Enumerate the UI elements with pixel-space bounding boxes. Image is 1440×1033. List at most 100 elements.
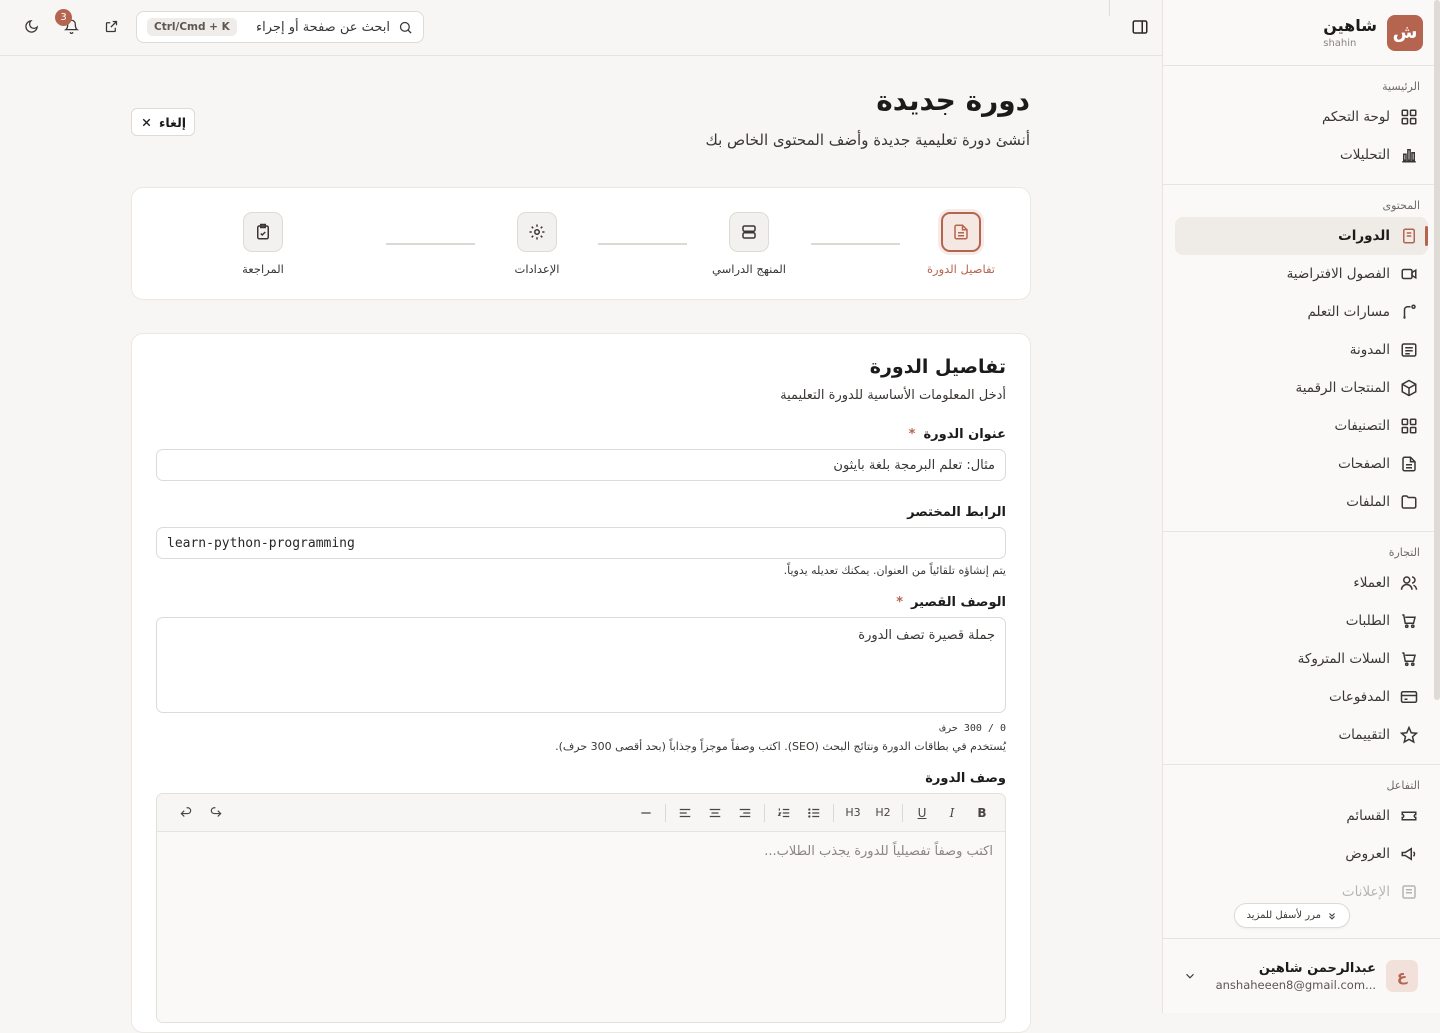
rich-text-editor: B I U H2 H3 اكتب وصفاً تفصيلياً للدورة ي… (156, 793, 1006, 1023)
search-input[interactable]: ابحث عن صفحة أو إجراء Ctrl/Cmd + K (136, 11, 424, 43)
sidebar-item-label: الملفات (1346, 494, 1390, 510)
bold-button[interactable]: B (967, 800, 997, 826)
textarea-placeholder: جملة قصيرة تصف الدورة (858, 628, 995, 643)
sidebar-item-pages[interactable]: الصفحات (1175, 445, 1428, 483)
external-link-icon[interactable] (104, 19, 119, 34)
heading-3-button[interactable]: H3 (838, 800, 868, 826)
sidebar-item-files[interactable]: الملفات (1175, 483, 1428, 521)
align-center-icon[interactable] (700, 800, 730, 826)
sidebar-item-blog[interactable]: المدونة (1175, 331, 1428, 369)
toolbar-divider (764, 803, 765, 822)
required-mark: * (896, 595, 904, 610)
sidebar-item-learning-paths[interactable]: مسارات التعلم (1175, 293, 1428, 331)
step-label: تفاصيل الدورة (927, 262, 995, 276)
form-title: تفاصيل الدورة (869, 356, 1006, 378)
folder-icon (1400, 493, 1418, 511)
sidebar-item-label: الفصول الافتراضية (1286, 266, 1390, 282)
page-subtitle: أنشئ دورة تعليمية جديدة وأضف المحتوى الخ… (705, 131, 1030, 149)
sidebar-item-coupons[interactable]: القسائم (1175, 797, 1428, 835)
ad-icon (1400, 883, 1418, 901)
dashboard-icon (1400, 108, 1418, 126)
slug-input[interactable]: learn-python-programming (156, 527, 1006, 559)
heading-2-button[interactable]: H2 (868, 800, 898, 826)
sidebar-item-abandoned-carts[interactable]: السلات المتروكة (1175, 640, 1428, 678)
toolbar-divider (833, 803, 834, 822)
cancel-button[interactable]: إلغاء (131, 108, 195, 136)
star-icon (1400, 726, 1418, 744)
user-menu[interactable]: ع عبدالرحمن شاهين anshaheeen8@gmail.com.… (1163, 938, 1440, 1013)
newspaper-icon (1400, 341, 1418, 359)
sidebar-item-offers[interactable]: العروض (1175, 835, 1428, 873)
sidebar-item-label: الصفحات (1338, 456, 1390, 472)
editor-content[interactable]: اكتب وصفاً تفصيلياً للدورة يجذب الطلاب..… (157, 832, 1005, 1022)
align-right-icon[interactable] (730, 800, 760, 826)
sidebar-item-dashboard[interactable]: لوحة التحكم (1175, 98, 1428, 136)
sidebar-item-payments[interactable]: المدفوعات (1175, 678, 1428, 716)
sidebar-item-courses[interactable]: الدورات (1175, 217, 1428, 255)
avatar: ع (1386, 960, 1418, 992)
package-icon (1400, 379, 1418, 397)
brand-logo: ش (1387, 14, 1423, 51)
sidebar-item-virtual-classes[interactable]: الفصول الافتراضية (1175, 255, 1428, 293)
sidebar-item-label: الطلبات (1345, 613, 1390, 629)
step-connector (598, 243, 687, 245)
nav-section-engagement: التفاعل القسائم العروض الإعلانات (1163, 765, 1440, 921)
user-name: عبدالرحمن شاهين (1258, 960, 1376, 976)
sidebar-item-label: العملاء (1353, 575, 1390, 591)
italic-button[interactable]: I (937, 800, 967, 826)
chevron-down-icon[interactable] (1183, 969, 1197, 983)
search-shortcut: Ctrl/Cmd + K (147, 18, 237, 36)
short-description-help: يُستخدم في بطاقات الدورة ونتائج البحث (S… (555, 740, 1006, 753)
sidebar-item-orders[interactable]: الطلبات (1175, 602, 1428, 640)
scroll-more-pill[interactable]: مرر لأسفل للمزيد (1233, 903, 1350, 928)
ticket-icon (1400, 807, 1418, 825)
notification-badge: 3 (55, 9, 72, 26)
step-review[interactable]: المراجعة (208, 212, 318, 276)
megaphone-icon (1400, 845, 1418, 863)
chevrons-down-icon (1327, 911, 1337, 921)
moon-icon[interactable] (24, 19, 39, 34)
short-description-textarea[interactable]: جملة قصيرة تصف الدورة (156, 617, 1006, 713)
sidebar-item-label: التصنيفات (1334, 418, 1390, 434)
grid-icon (1400, 417, 1418, 435)
input-placeholder: مثال: تعلم البرمجة بلغة بايثون (833, 457, 995, 473)
step-curriculum[interactable]: المنهج الدراسي (694, 212, 804, 276)
document-icon (941, 212, 981, 252)
brand: ش شاهين shahin (1163, 0, 1440, 66)
underline-button[interactable]: U (907, 800, 937, 826)
toolbar-divider (665, 803, 666, 822)
section-title: المحتوى (1382, 199, 1420, 212)
sidebar-item-label: المدفوعات (1328, 689, 1390, 705)
step-course-details[interactable]: تفاصيل الدورة (906, 212, 1016, 276)
brand-subtitle: shahin (1323, 38, 1357, 49)
redo-icon[interactable] (201, 800, 231, 826)
course-title-input[interactable]: مثال: تعلم البرمجة بلغة بايثون (156, 449, 1006, 481)
short-description-label: الوصف القصير * (156, 595, 1006, 610)
label-text: عنوان الدورة (923, 427, 1006, 442)
sidebar-scrollbar[interactable] (1434, 0, 1440, 700)
book-icon (1400, 227, 1418, 245)
scroll-more-label: مرر لأسفل للمزيد (1246, 910, 1321, 921)
ordered-list-icon[interactable] (769, 800, 799, 826)
sidebar-item-categories[interactable]: التصنيفات (1175, 407, 1428, 445)
credit-card-icon (1400, 688, 1418, 706)
sidebar-item-reviews[interactable]: التقييمات (1175, 716, 1428, 754)
sidebar-item-customers[interactable]: العملاء (1175, 564, 1428, 602)
editor-toolbar: B I U H2 H3 (157, 794, 1005, 832)
horizontal-rule-icon[interactable] (631, 800, 661, 826)
undo-icon[interactable] (171, 800, 201, 826)
sidebar-item-analytics[interactable]: التحليلات (1175, 136, 1428, 174)
input-value: learn-python-programming (167, 535, 355, 551)
users-icon (1400, 574, 1418, 592)
sidebar-item-label: السلات المتروكة (1297, 651, 1390, 667)
step-settings[interactable]: الإعدادات (482, 212, 592, 276)
align-left-icon[interactable] (670, 800, 700, 826)
chart-icon (1400, 146, 1418, 164)
sidebar-item-label: التحليلات (1340, 147, 1390, 163)
sidebar-item-digital-products[interactable]: المنتجات الرقمية (1175, 369, 1428, 407)
sidebar-toggle-icon[interactable] (1131, 18, 1149, 36)
search-placeholder: ابحث عن صفحة أو إجراء (256, 19, 390, 35)
topbar-divider (1109, 0, 1110, 16)
bullet-list-icon[interactable] (799, 800, 829, 826)
sidebar-item-label: القسائم (1346, 808, 1390, 824)
